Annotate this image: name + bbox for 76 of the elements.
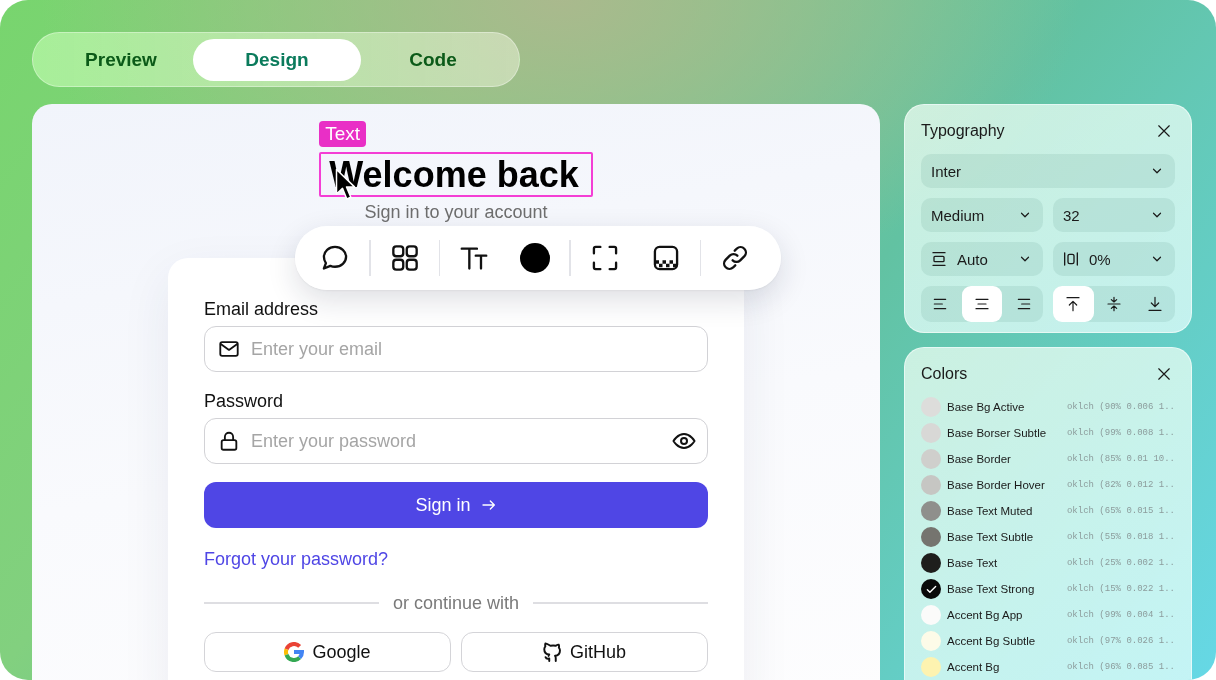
color-value: oklch (96% 0.085 1.. [1066,662,1175,672]
tab[interactable]: Code [361,38,505,81]
color-swatch-icon[interactable] [921,657,941,677]
align-bottom-icon [1146,296,1163,312]
color-swatch-icon[interactable] [921,501,941,521]
color-name: Base Border [947,453,1012,465]
color-value: oklch (15% 0.022 1.. [1066,584,1175,594]
arrow-right-icon [480,497,497,513]
align-top-button[interactable] [1053,286,1094,322]
letter-spacing-icon [1063,251,1079,267]
color-name: Base Bg Active [947,401,1026,413]
subheading: Sign in to your account [364,201,548,223]
grid-icon [390,244,419,272]
github-button[interactable]: GitHub [461,632,708,672]
color-swatch-icon[interactable] [921,423,941,443]
color-value: oklch (90% 0.006 1.. [1066,402,1175,412]
speech-bubble-icon [321,244,349,272]
align-center-icon [974,296,990,312]
color-name: Accent Bg [947,661,1001,673]
close-icon [1157,367,1171,381]
color-value: oklch (65% 0.015 1.. [1066,506,1175,516]
color-name: Base Borser Subtle [947,427,1048,439]
color-swatch-icon[interactable] [921,475,941,495]
font-size-select[interactable]: 32 [1053,198,1175,232]
align-center-button[interactable] [961,286,1003,322]
color-swatch-icon[interactable] [921,631,941,651]
letter-spacing-select[interactable]: 0% [1053,242,1175,276]
align-top-icon [1065,296,1082,312]
google-button[interactable]: Google [204,632,451,672]
mail-icon [218,338,240,360]
color-swatch-icon[interactable] [921,449,941,469]
color-value: oklch (99% 0.008 1.. [1066,428,1175,438]
color-name: Accent Bg Subtle [947,635,1037,647]
close-icon [1157,124,1171,138]
color-swatch-icon[interactable] [921,553,941,573]
email-field[interactable]: Enter your email [204,326,708,372]
color-name: Base Text [947,557,999,569]
align-middle-icon [1106,296,1122,312]
color-name: Base Text Muted [947,505,1034,517]
panel-title: Colors [921,364,968,384]
corners-icon [590,244,619,272]
color-name: Base Text Subtle [947,531,1035,543]
cat-icon [543,642,562,662]
forgot-password-link[interactable]: Forgot your password? [204,548,389,570]
selection-label: Text [319,121,367,147]
color-name: Base Border Hover [947,479,1046,491]
color-value: oklch (85% 0.01 10.. [1066,454,1175,464]
line-height-select[interactable]: Auto [921,242,1043,276]
color-value: oklch (82% 0.012 1.. [1066,480,1175,490]
field-label: Password [204,390,284,412]
google-icon [284,642,305,662]
color-value: oklch (99% 0.004 1.. [1066,610,1175,620]
font-weight-select[interactable]: Medium [921,198,1043,232]
panel-title: Typography [921,121,1005,141]
lock-icon [218,430,240,452]
close-button[interactable] [1157,124,1171,138]
color-swatch-icon[interactable] [921,527,941,547]
check-icon [925,583,937,595]
link-icon [721,244,749,272]
line-height-icon [931,251,947,267]
tab[interactable]: Design [193,38,361,81]
color-name: Accent Bg App [947,609,1024,621]
color-value: oklch (97% 0.026 1.. [1066,636,1175,646]
color-value: oklch (25% 0.002 1.. [1066,558,1175,568]
color-swatch-icon[interactable] [921,579,941,599]
divider-label: or continue with [392,592,520,614]
color-name: Base Text Strong [947,583,1036,595]
tab[interactable]: Preview [49,38,193,81]
color-value: oklch (55% 0.018 1.. [1066,532,1175,542]
checker-fill-icon [651,244,680,272]
sign-in-button[interactable]: Sign in [204,482,708,528]
password-field[interactable]: Enter your password [204,418,708,464]
close-button[interactable] [1157,367,1171,381]
color-swatch-icon[interactable] [921,605,941,625]
field-label: Email address [204,298,319,320]
font-family-select[interactable]: Inter [921,154,1175,188]
